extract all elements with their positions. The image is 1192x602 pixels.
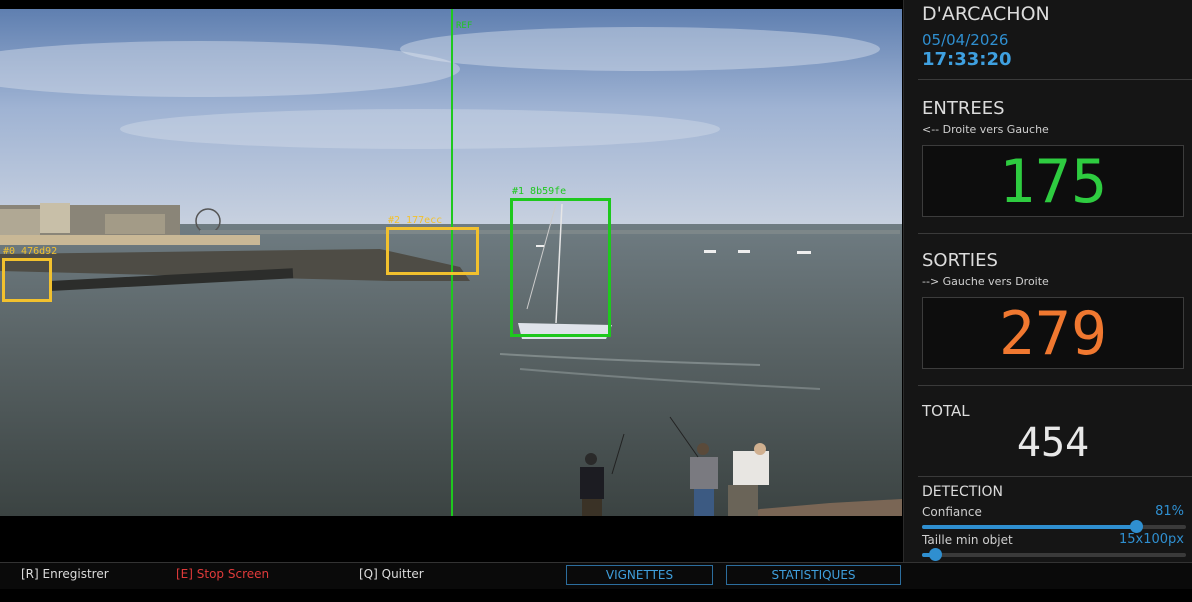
divider	[918, 385, 1192, 386]
detection-box	[510, 198, 611, 337]
sorties-direction: --> Gauche vers Droite	[922, 275, 1049, 288]
statistiques-button[interactable]: STATISTIQUES	[726, 565, 901, 585]
entrees-count: 175	[998, 147, 1108, 217]
divider	[918, 233, 1192, 234]
current-date: 05/04/2026	[922, 31, 1009, 49]
confidence-value: 81%	[1155, 504, 1184, 519]
record-button[interactable]: [R] Enregistrer	[21, 567, 109, 581]
entrees-title: ENTREES	[922, 98, 1005, 119]
detection-box	[386, 227, 479, 275]
sorties-count: 279	[998, 299, 1108, 369]
detection-title: DETECTION	[922, 484, 1003, 500]
stats-panel: D'ARCACHON 05/04/2026 17:33:20 ENTREES <…	[903, 0, 1192, 562]
total-title: TOTAL	[922, 402, 970, 420]
sorties-title: SORTIES	[922, 250, 998, 271]
confidence-slider[interactable]	[922, 520, 1186, 533]
detection-label: #1 8b59fe	[512, 186, 567, 197]
minsize-value: 15x100px	[1119, 532, 1184, 547]
entrees-counter-box: 175	[922, 145, 1184, 217]
confidence-slider-fill	[922, 525, 1136, 529]
minsize-label: Taille min objet	[922, 533, 1013, 547]
sorties-counter-box: 279	[922, 297, 1184, 369]
current-time: 17:33:20	[922, 49, 1012, 70]
vignettes-button[interactable]: VIGNETTES	[566, 565, 713, 585]
reference-line-label: REF	[456, 21, 473, 31]
confidence-label: Confiance	[922, 505, 982, 519]
minsize-slider[interactable]	[922, 548, 1186, 561]
location-title: D'ARCACHON	[922, 3, 1050, 25]
detection-label: #0 476d92	[3, 246, 58, 257]
total-count: 454	[1016, 420, 1090, 466]
divider	[918, 79, 1192, 80]
stop-screen-button[interactable]: [E] Stop Screen	[176, 567, 269, 581]
divider	[918, 476, 1192, 477]
detection-box	[2, 258, 52, 302]
bottom-toolbar: [R] Enregistrer [E] Stop Screen [Q] Quit…	[0, 562, 1192, 589]
detection-label: #2 177ecc	[388, 215, 443, 226]
entrees-direction: <-- Droite vers Gauche	[922, 123, 1049, 136]
camera-feed: REF #0 476d92 #2 177ecc #1 8b59fe	[0, 9, 902, 516]
quit-button[interactable]: [Q] Quitter	[359, 567, 424, 581]
minsize-slider-handle[interactable]	[929, 548, 943, 561]
